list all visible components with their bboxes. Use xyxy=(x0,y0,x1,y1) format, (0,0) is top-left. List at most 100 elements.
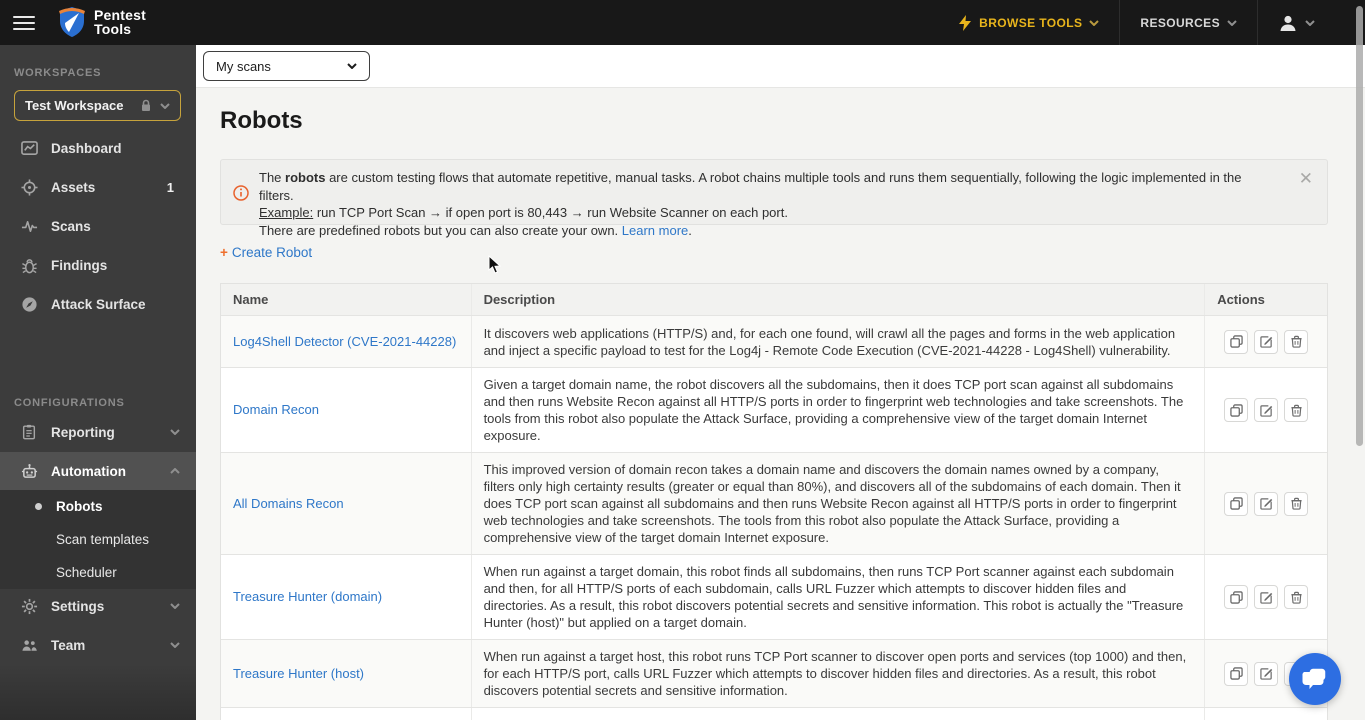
duplicate-icon[interactable] xyxy=(1224,398,1249,422)
pentest-tools-logo[interactable]: Pentest Tools xyxy=(57,5,146,38)
browse-tools-label: BROWSE TOOLS xyxy=(979,15,1083,30)
info-line-3: There are predefined robots but you can … xyxy=(259,222,692,238)
sidebar-item-dashboard[interactable]: Dashboard xyxy=(0,129,196,167)
sidebar-item-automation[interactable]: Automation xyxy=(0,452,196,490)
sidebar-item-scans[interactable]: Scans xyxy=(0,207,196,245)
chevron-down-icon xyxy=(1227,19,1237,26)
findings-icon xyxy=(20,256,38,274)
robot-description: This improved version of domain recon ta… xyxy=(470,453,1205,554)
learn-more-link[interactable]: Learn more xyxy=(622,223,688,238)
duplicate-icon[interactable] xyxy=(1224,585,1249,609)
settings-gear-icon xyxy=(20,597,38,615)
workspace-selector[interactable]: Test Workspace xyxy=(14,90,181,121)
info-banner-text: The robots are custom testing flows that… xyxy=(259,169,1279,239)
configurations-section-label: CONFIGURATIONS xyxy=(14,397,125,409)
sidebar-bottom-shade xyxy=(0,664,196,720)
robot-description: When run against a target host, this rob… xyxy=(470,640,1205,707)
table-row: Treasure Hunter (domain) When run agains… xyxy=(221,554,1327,639)
chat-bubbles-icon xyxy=(1302,667,1327,689)
active-dot xyxy=(35,503,42,510)
table-row: Auto HTTP Login Bruteforcer This robot t… xyxy=(221,707,1327,720)
robots-table: Name Description Actions Log4Shell Detec… xyxy=(220,283,1328,720)
lock-icon xyxy=(142,99,150,111)
subitem-label: Scan templates xyxy=(56,532,150,547)
user-icon xyxy=(1280,15,1296,31)
browse-tools-menu[interactable]: BROWSE TOOLS xyxy=(938,0,1119,45)
app-window: Pentest Tools BROWSE TOOLS RESOURCES WOR… xyxy=(0,0,1365,720)
subitem-label: Robots xyxy=(56,499,103,514)
robot-name-link[interactable]: Log4Shell Detector (CVE-2021-44228) xyxy=(233,334,456,350)
sidebar-item-label: Settings xyxy=(51,598,105,614)
main-content: My scans Robots The robots are custom te… xyxy=(196,45,1365,720)
close-icon[interactable]: ✕ xyxy=(1299,169,1313,189)
chevron-down-icon xyxy=(170,429,180,435)
team-icon xyxy=(20,636,38,654)
resources-menu[interactable]: RESOURCES xyxy=(1120,0,1257,45)
chevron-up-icon xyxy=(170,468,180,474)
shield-logo-icon xyxy=(59,7,85,37)
assets-icon xyxy=(20,178,38,196)
row-actions xyxy=(1204,555,1327,639)
chevron-down-icon xyxy=(160,102,170,109)
row-actions xyxy=(1204,708,1327,720)
duplicate-icon[interactable] xyxy=(1224,661,1249,686)
robot-description: It discovers web applications (HTTP/S) a… xyxy=(470,316,1205,367)
sidebar-item-assets[interactable]: Assets 1 xyxy=(0,168,196,206)
automation-robot-icon xyxy=(20,462,38,480)
page-title: Robots xyxy=(220,107,303,134)
workspaces-section-label: WORKSPACES xyxy=(14,67,102,79)
edit-icon[interactable] xyxy=(1254,329,1279,354)
delete-icon[interactable] xyxy=(1284,585,1309,609)
robot-name-link[interactable]: Domain Recon xyxy=(233,402,319,418)
sidebar-item-settings[interactable]: Settings xyxy=(0,587,196,625)
table-row: All Domains Recon This improved version … xyxy=(221,452,1327,554)
edit-icon[interactable] xyxy=(1254,398,1279,422)
vertical-scrollbar[interactable] xyxy=(1356,6,1363,446)
edit-icon[interactable] xyxy=(1254,585,1279,609)
sidebar-item-label: Reporting xyxy=(51,424,115,440)
attack-surface-icon xyxy=(20,295,38,313)
sidebar-item-label: Team xyxy=(51,637,86,653)
column-header-description: Description xyxy=(470,284,1205,315)
hamburger-menu-icon[interactable] xyxy=(13,12,35,32)
sidebar-subitem-robots[interactable]: Robots xyxy=(0,490,196,523)
sidebar-subitem-scan-templates[interactable]: Scan templates xyxy=(0,523,196,556)
info-line-1: The robots are custom testing flows that… xyxy=(259,170,1242,203)
sidebar-item-label: Attack Surface xyxy=(51,296,146,312)
info-icon xyxy=(233,185,249,201)
sidebar-item-team[interactable]: Team xyxy=(0,626,196,664)
delete-icon[interactable] xyxy=(1284,491,1309,516)
create-robot-button[interactable]: + Create Robot xyxy=(220,245,312,260)
sidebar-item-findings[interactable]: Findings xyxy=(0,246,196,284)
sidebar-item-reporting[interactable]: Reporting xyxy=(0,413,196,451)
sidebar-subitem-scheduler[interactable]: Scheduler xyxy=(0,556,196,589)
reporting-icon xyxy=(20,423,38,441)
edit-icon[interactable] xyxy=(1254,491,1279,516)
lightning-icon xyxy=(959,14,972,31)
info-line-2: Example: run TCP Port Scan → if open por… xyxy=(259,205,788,220)
automation-submenu: Robots Scan templates Scheduler xyxy=(0,490,196,589)
row-actions xyxy=(1204,453,1327,554)
sidebar-item-attack-surface[interactable]: Attack Surface xyxy=(0,285,196,323)
chat-widget-button[interactable] xyxy=(1289,653,1341,705)
table-row: Log4Shell Detector (CVE-2021-44228) It d… xyxy=(221,315,1327,367)
table-header-row: Name Description Actions xyxy=(221,284,1327,315)
sidebar: WORKSPACES Test Workspace Dashboard Asse… xyxy=(0,45,196,720)
subitem-label: Scheduler xyxy=(56,565,117,580)
robot-name-link[interactable]: All Domains Recon xyxy=(233,496,344,512)
robot-description: When run against a target domain, this r… xyxy=(470,555,1205,639)
robot-name-link[interactable]: Treasure Hunter (host) xyxy=(233,666,364,682)
chevron-down-icon xyxy=(1089,19,1100,26)
account-menu[interactable] xyxy=(1258,0,1335,45)
chevron-down-icon xyxy=(1305,19,1315,26)
delete-icon[interactable] xyxy=(1284,398,1309,422)
robot-name-link[interactable]: Treasure Hunter (domain) xyxy=(233,589,382,605)
row-actions xyxy=(1204,368,1327,452)
edit-icon[interactable] xyxy=(1254,661,1279,686)
scans-scope-select[interactable]: My scans xyxy=(203,51,370,81)
duplicate-icon[interactable] xyxy=(1224,491,1249,516)
duplicate-icon[interactable] xyxy=(1224,329,1249,354)
row-actions xyxy=(1204,316,1327,367)
plus-icon: + xyxy=(220,245,228,260)
delete-icon[interactable] xyxy=(1284,329,1309,354)
